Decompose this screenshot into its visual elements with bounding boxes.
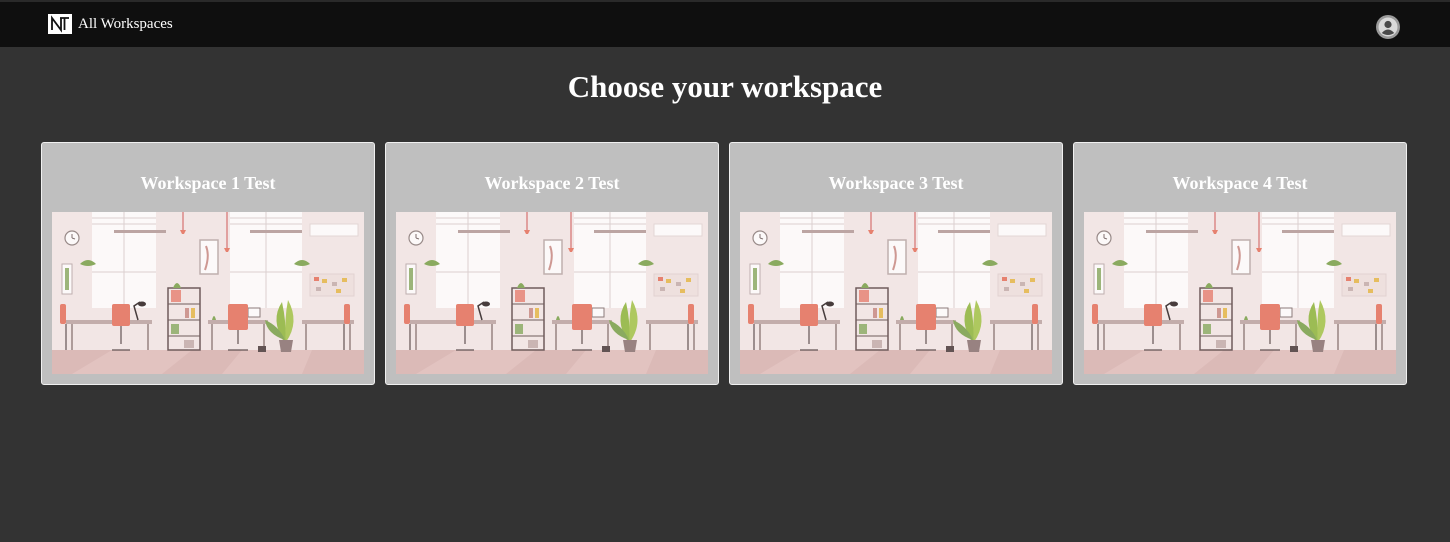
office-illustration-image [740, 212, 1052, 374]
brand-label: All Workspaces [78, 16, 173, 32]
office-illustration-image [52, 212, 364, 374]
workspace-card-2[interactable]: Workspace 2 Test [385, 142, 719, 385]
workspace-card-title: Workspace 4 Test [1172, 173, 1308, 193]
all-workspaces-link[interactable]: All Workspaces [48, 14, 173, 34]
workspace-card-3[interactable]: Workspace 3 Test [729, 142, 1063, 385]
account-circle-icon[interactable] [1376, 15, 1400, 39]
workspace-card-list: Workspace 1 Test Workspace 2 Test Worksp… [41, 142, 1407, 385]
top-navigation-bar: All Workspaces [0, 0, 1450, 47]
office-illustration-image [1084, 212, 1396, 374]
workspace-card-title: Workspace 3 Test [828, 173, 964, 193]
nt-logo-icon [48, 14, 72, 34]
page-title: Choose your workspace [567, 69, 883, 104]
workspace-card-title: Workspace 2 Test [484, 173, 620, 193]
workspace-card-title: Workspace 1 Test [140, 173, 276, 193]
office-illustration-image [396, 212, 708, 374]
workspace-card-4[interactable]: Workspace 4 Test [1073, 142, 1407, 385]
workspace-card-1[interactable]: Workspace 1 Test [41, 142, 375, 385]
